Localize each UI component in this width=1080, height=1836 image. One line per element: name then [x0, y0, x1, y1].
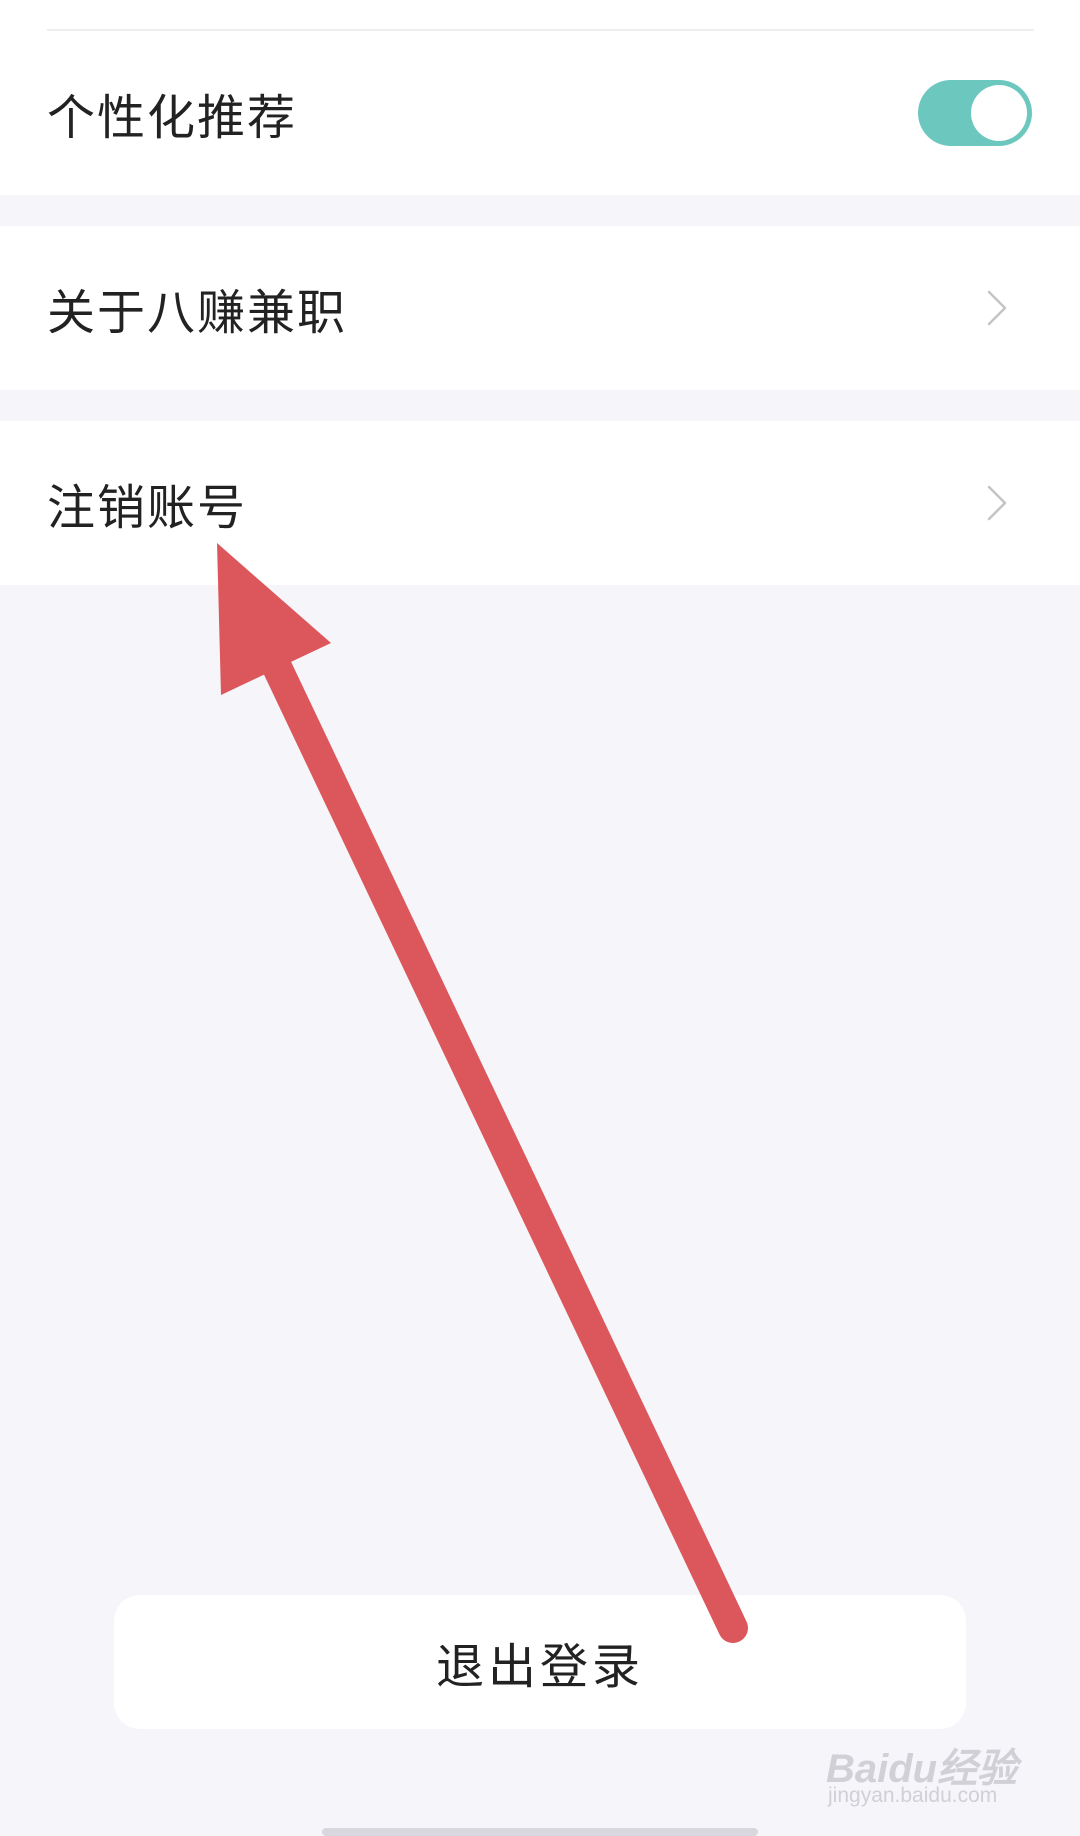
- home-indicator: [322, 1828, 758, 1836]
- cancel-account-row[interactable]: 注销账号: [0, 421, 1080, 585]
- settings-group-cancel-account: 注销账号: [0, 421, 1080, 585]
- personalized-recommendation-toggle[interactable]: [918, 80, 1032, 146]
- settings-group-recommendation: 个性化推荐: [0, 0, 1080, 195]
- annotation-arrow-shaft: [261, 650, 748, 1643]
- about-row[interactable]: 关于八赚兼职: [0, 226, 1080, 390]
- baidu-watermark: Baidu经验 jingyan.baidu.com: [826, 1742, 1026, 1812]
- cancel-account-label: 注销账号: [47, 480, 248, 536]
- chevron-right-icon: [987, 485, 1007, 521]
- chevron-right-icon: [987, 290, 1007, 326]
- watermark-url: jingyan.baidu.com: [828, 1784, 998, 1807]
- settings-group-about: 关于八赚兼职: [0, 226, 1080, 390]
- logout-button[interactable]: 退出登录: [114, 1595, 966, 1729]
- about-label: 关于八赚兼职: [47, 285, 348, 341]
- personalized-recommendation-label: 个性化推荐: [47, 90, 298, 146]
- personalized-recommendation-row[interactable]: 个性化推荐: [0, 31, 1080, 195]
- toggle-knob: [971, 85, 1027, 141]
